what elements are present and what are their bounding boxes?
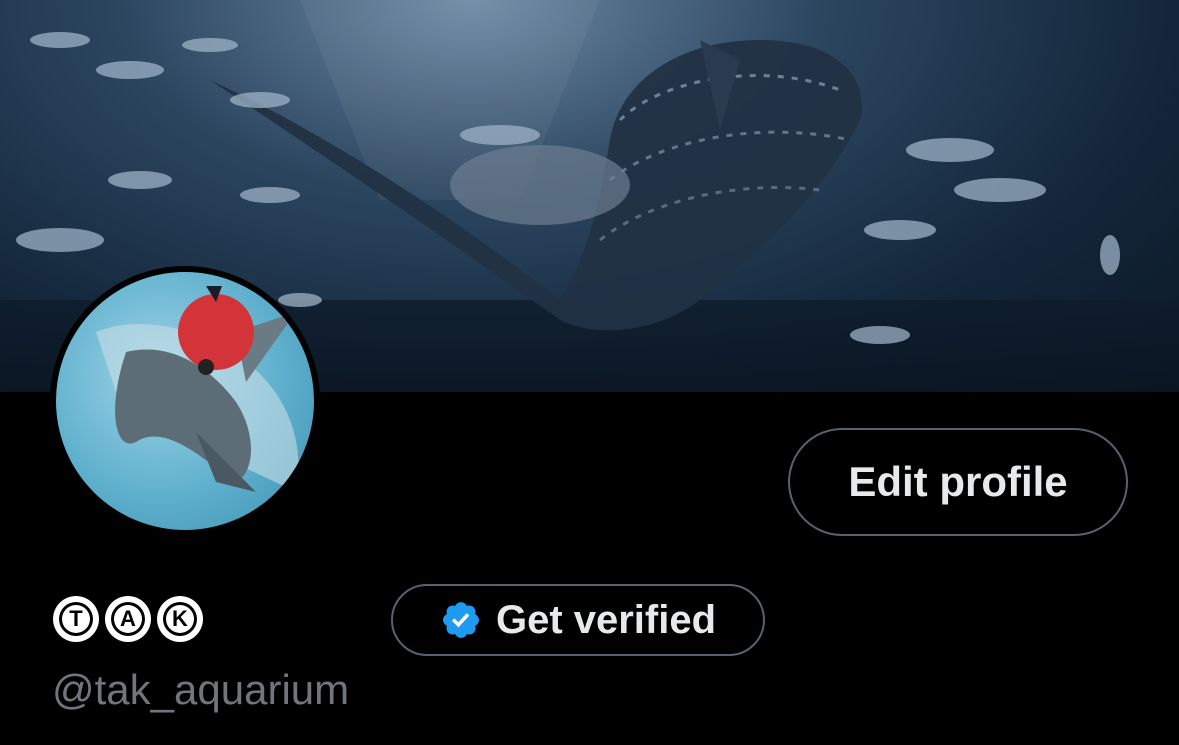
profile-avatar[interactable] [50,266,320,536]
edit-profile-button[interactable]: Edit profile [788,428,1128,536]
get-verified-button[interactable]: Get verified [391,584,765,656]
verified-badge-icon [443,602,479,638]
get-verified-label: Get verified [495,597,717,642]
avatar-image [56,272,314,530]
name-letter-k: K [157,596,203,642]
user-handle: @tak_aquarium [52,666,350,713]
name-letter-a: A [105,596,151,642]
display-name: T A K [53,596,203,642]
name-letter-t: T [53,596,99,642]
